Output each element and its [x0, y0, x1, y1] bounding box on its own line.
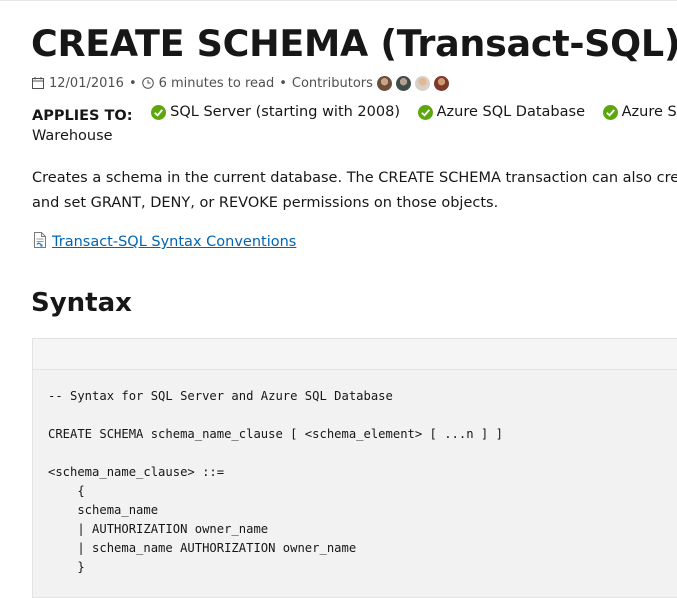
applies-to-product: SQL Server (starting with 2008): [151, 100, 400, 124]
check-circle-icon: [417, 104, 433, 120]
check-circle-icon: [151, 104, 167, 120]
contributor-avatars: [376, 75, 453, 91]
code-line: }: [48, 560, 85, 574]
page-title: CREATE SCHEMA (Transact-SQL): [31, 22, 677, 65]
applies-to-bar: APPLIES TO: SQL Server (starting with 20…: [32, 100, 677, 128]
clock-icon: [141, 77, 154, 89]
code-header: [33, 339, 677, 370]
calendar-icon: [32, 77, 44, 89]
read-time: 6 minutes to read: [158, 75, 275, 91]
code-line: CREATE SCHEMA schema_name_clause [ <sche…: [48, 427, 503, 441]
applies-to-overflow: Warehouse: [32, 128, 113, 144]
product-name: Azure SQL Data: [621, 104, 677, 120]
syntax-conventions-link[interactable]: Transact-SQL Syntax Conventions: [52, 234, 296, 250]
code-block: -- Syntax for SQL Server and Azure SQL D…: [32, 338, 677, 598]
code-line: schema_name: [48, 503, 159, 517]
code-line: | AUTHORIZATION owner_name: [48, 522, 269, 536]
code-line: {: [48, 484, 85, 498]
applies-to-label: APPLIES TO:: [32, 107, 133, 124]
avatar[interactable]: [395, 75, 411, 91]
avatar[interactable]: [414, 75, 430, 91]
code-line: -- Syntax for SQL Server and Azure SQL D…: [48, 389, 393, 403]
description-line: and set GRANT, DENY, or REVOKE permissio…: [32, 195, 499, 211]
code-line: | schema_name AUTHORIZATION owner_name: [48, 541, 357, 555]
syntax-heading: Syntax: [31, 288, 132, 318]
check-circle-icon: [602, 104, 618, 120]
description: Creates a schema in the current database…: [32, 166, 677, 216]
meta-separator: •: [128, 75, 137, 91]
code-line: <schema_name_clause> ::=: [48, 465, 225, 479]
avatar[interactable]: [433, 75, 449, 91]
top-divider: [0, 0, 677, 1]
avatar[interactable]: [376, 75, 392, 91]
applies-to-product: Azure SQL Data: [602, 100, 677, 124]
product-name: SQL Server (starting with 2008): [170, 104, 400, 120]
document-link-icon: [32, 232, 48, 252]
product-name: Azure SQL Database: [436, 104, 585, 120]
syntax-conventions-link-row: Transact-SQL Syntax Conventions: [32, 232, 296, 252]
applies-to-product: Azure SQL Database: [417, 100, 585, 124]
code-content[interactable]: -- Syntax for SQL Server and Azure SQL D…: [33, 370, 677, 577]
article-date: 12/01/2016: [49, 75, 124, 91]
contributors-link[interactable]: Contributors: [292, 76, 373, 91]
meta-separator: •: [279, 75, 287, 91]
description-line: Creates a schema in the current database…: [32, 170, 677, 186]
article-metadata: 12/01/2016 • 6 minutes to read • Contrib…: [32, 73, 453, 93]
